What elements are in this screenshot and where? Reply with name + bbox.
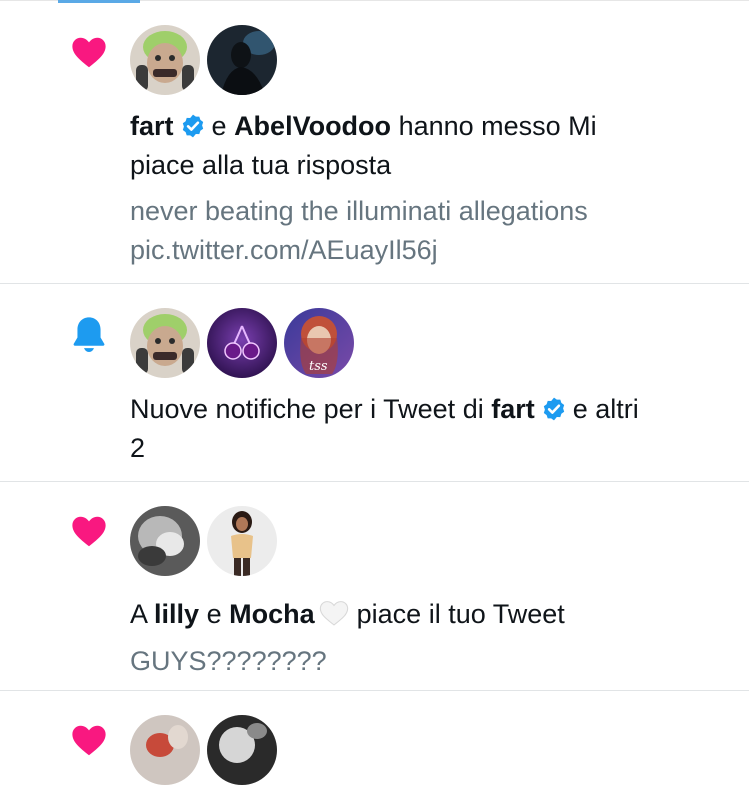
notification-item[interactable]: A lilly e Mocha piace il tuo Tweet GUYS??… [0,482,749,691]
username[interactable]: fart [491,394,535,424]
avatar-blurry-photo[interactable] [130,506,200,576]
tweet-preview[interactable]: never beating the illuminati allegations… [130,192,730,270]
white-heart-icon [319,601,348,626]
notification-text: fart e AbelVoodoo hanno messo Mi piace al… [130,111,597,180]
verified-badge-icon [543,397,564,421]
avatar-dark-figure[interactable] [207,25,277,95]
avatar-green-face[interactable] [130,308,200,378]
heart-icon [72,37,106,68]
avatar-partial-1[interactable] [130,715,200,785]
username[interactable]: AbelVoodoo [234,111,391,141]
username[interactable]: lilly [154,599,199,629]
notification-item[interactable]: tss Nuove notifiche per i Tweet di fart e… [0,284,749,482]
notification-text: A lilly e Mocha piace il tuo Tweet [130,599,565,629]
avatar-cherries[interactable] [207,308,277,378]
username[interactable]: Mocha [229,599,315,629]
username[interactable]: fart [130,111,174,141]
verified-badge-icon [182,114,203,138]
notification-text: Nuove notifiche per i Tweet di fart e alt… [130,394,639,463]
avatar-woman[interactable] [207,506,277,576]
notification-item[interactable] [0,691,749,811]
heart-icon [72,725,106,756]
heart-icon [72,516,106,547]
avatar-tss[interactable]: tss [284,308,354,378]
tss-label: tss [309,359,328,374]
tweet-preview[interactable]: GUYS???????? [130,642,730,681]
notification-item[interactable]: fart e AbelVoodoo hanno messo Mi piace al… [0,1,749,284]
tweet-link[interactable]: pic.twitter.com/AEuayIl56j [130,235,438,265]
avatar-partial-2[interactable] [207,715,277,785]
bell-icon [73,317,105,353]
avatar-green-face[interactable] [130,25,200,95]
